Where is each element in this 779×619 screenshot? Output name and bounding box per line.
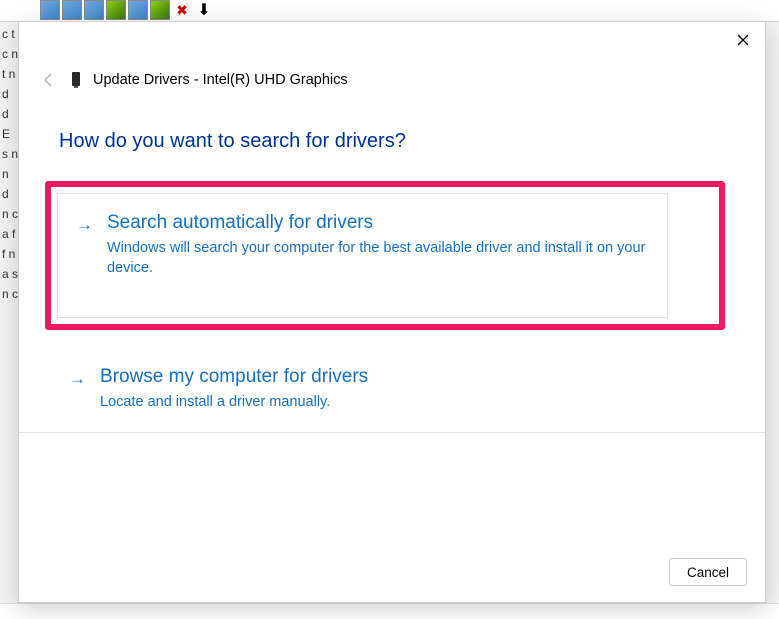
option-title: Search automatically for drivers (107, 212, 647, 234)
dialog-question: How do you want to search for drivers? (19, 90, 765, 153)
options-area: → Search automatically for drivers Windo… (19, 153, 765, 432)
device-icon (69, 70, 83, 90)
dialog-footer: Cancel (19, 546, 765, 602)
dialog-title: Update Drivers - Intel(R) UHD Graphics (93, 72, 348, 88)
arrow-right-icon: → (76, 212, 93, 279)
background-text-fragment: c t c n t n d d E s n n d n c a ff n a s… (0, 24, 18, 604)
arrow-right-icon: → (69, 366, 86, 412)
cancel-button[interactable]: Cancel (669, 558, 747, 586)
close-button[interactable] (731, 28, 755, 52)
option-body: Search automatically for drivers Windows… (107, 212, 647, 279)
dialog-header: Update Drivers - Intel(R) UHD Graphics (19, 22, 765, 90)
option-description: Locate and install a driver manually. (100, 392, 640, 412)
toolbar-delete-icon: ✖ (172, 0, 192, 20)
toolbar-icon (62, 0, 82, 20)
option-search-automatically[interactable]: → Search automatically for drivers Windo… (45, 181, 725, 330)
toolbar-icon (106, 0, 126, 20)
toolbar-icon (150, 0, 170, 20)
toolbar-icon (40, 0, 60, 20)
background-toolbar: ✖ ⬇ (0, 0, 779, 22)
update-drivers-dialog: Update Drivers - Intel(R) UHD Graphics H… (18, 21, 766, 603)
back-arrow-icon (41, 72, 57, 88)
footer-divider (19, 432, 765, 433)
background-statusbar (0, 603, 779, 619)
toolbar-down-icon: ⬇ (194, 0, 214, 20)
toolbar-icon (84, 0, 104, 20)
toolbar-icon (128, 0, 148, 20)
back-button[interactable] (39, 70, 59, 90)
option-title: Browse my computer for drivers (100, 366, 705, 388)
close-icon (737, 34, 749, 46)
option-description: Windows will search your computer for th… (107, 238, 647, 279)
option-browse-computer[interactable]: → Browse my computer for drivers Locate … (45, 348, 725, 432)
option-body: Browse my computer for drivers Locate an… (100, 366, 705, 412)
